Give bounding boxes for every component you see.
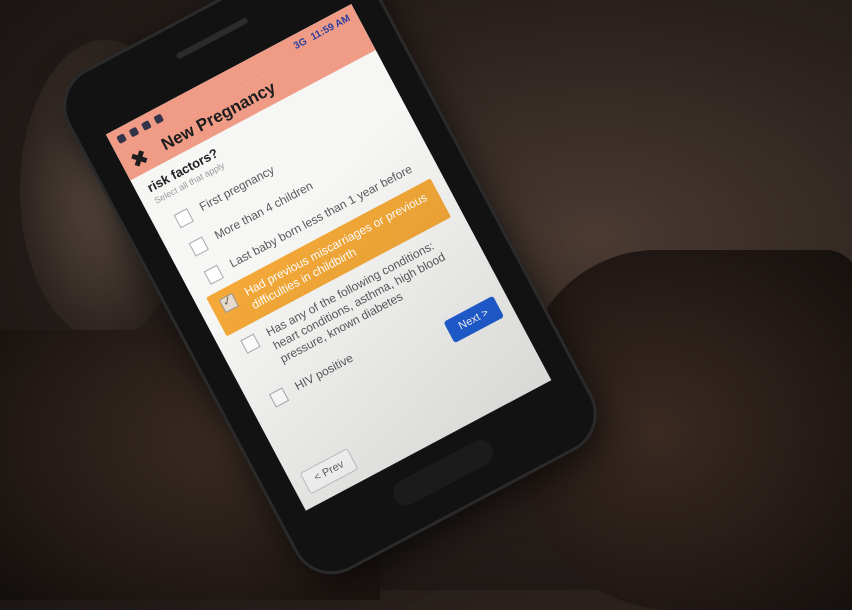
warning-icon: [128, 126, 140, 138]
network-indicator: 3G: [291, 35, 309, 52]
checkbox-checked[interactable]: [218, 292, 240, 314]
earpiece: [175, 16, 249, 60]
checkbox[interactable]: [268, 387, 290, 408]
checkbox[interactable]: [240, 333, 261, 354]
checkbox[interactable]: [188, 236, 209, 257]
prev-button[interactable]: < Prev: [299, 447, 359, 495]
checkbox[interactable]: [173, 208, 194, 229]
close-icon[interactable]: ✖: [126, 144, 153, 174]
notification-icon: [116, 133, 128, 145]
message-icon: [153, 113, 165, 125]
app-icon: [140, 120, 152, 131]
checkbox[interactable]: [203, 264, 224, 285]
